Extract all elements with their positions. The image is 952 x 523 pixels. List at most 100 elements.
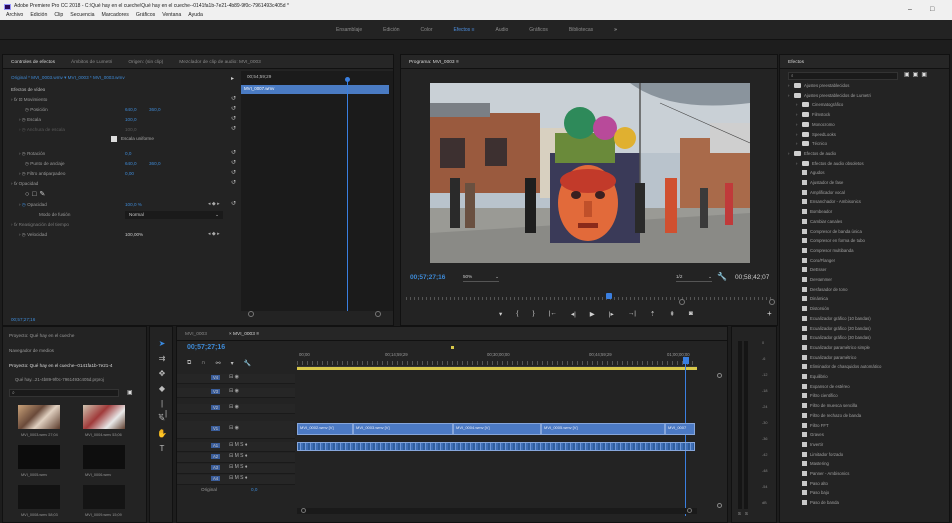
go-to-in-icon[interactable]: |← — [549, 310, 557, 318]
solo-left-button[interactable]: S — [738, 511, 741, 516]
work-area-bar[interactable] — [297, 367, 697, 370]
timeline-ruler[interactable]: 00;00 00;14;59;29 00;30;00;00 00;44;59;2… — [297, 349, 697, 367]
go-to-out-icon[interactable]: →| — [628, 310, 636, 318]
param-rotacion[interactable]: › ◷ Rotación — [19, 151, 45, 160]
effect-item[interactable]: Ecualizador paramétrico simple — [796, 344, 870, 350]
thumb-mvi-0006[interactable] — [83, 445, 125, 469]
effects-folder[interactable]: › Efectos de audio obsoletos — [796, 160, 864, 166]
new-bin-icon[interactable]: ▣ — [127, 389, 133, 396]
effect-item[interactable]: Ecualizador gráfico (10 bandas) — [796, 315, 871, 321]
tab-sequence-2[interactable]: × MVI_0003 ≡ — [229, 332, 259, 340]
mark-in-icon[interactable]: { — [516, 310, 518, 318]
timeline-scrollbar[interactable] — [297, 508, 697, 514]
program-ruler[interactable] — [406, 297, 772, 300]
add-marker-icon[interactable]: ▾ — [231, 360, 234, 367]
tab-efectos[interactable]: Efectos — [788, 60, 804, 68]
effect-item[interactable]: Paso alto — [796, 480, 828, 486]
effect-item[interactable]: Ecualizador gráfico (30 bandas) — [796, 335, 871, 341]
reset-icon[interactable]: ↺ — [231, 125, 236, 132]
thumb-mvi-0003[interactable] — [18, 405, 60, 429]
settings-wrench-icon[interactable]: 🔧 — [244, 360, 251, 367]
anclaje-y-value[interactable]: 360,0 — [149, 161, 161, 166]
razor-icon[interactable]: ◆ — [157, 384, 167, 394]
opacidad-value[interactable]: 100,0 % — [125, 202, 142, 207]
chevron-right-icon[interactable]: › — [796, 102, 799, 107]
chevron-right-icon[interactable]: › — [788, 93, 791, 98]
param-escala[interactable]: › ◷ Escala — [19, 117, 41, 126]
ec-zoom-handle[interactable] — [248, 311, 254, 317]
chevron-right-icon[interactable]: › — [796, 141, 799, 146]
effect-item[interactable]: Graves — [796, 432, 824, 438]
effect-item[interactable]: DeHammer — [796, 277, 832, 282]
track-header-v4[interactable]: V4 ⊟ ◉ — [177, 374, 295, 384]
tab-project-2[interactable]: Proyecto: Qué hay en el cueche--0141fa1b… — [9, 363, 144, 368]
hand-icon[interactable]: ✋ — [157, 429, 167, 439]
effect-item[interactable]: Ecualizador gráfico (20 bandas) — [796, 325, 871, 331]
effects-folder[interactable]: › Monocromo — [796, 121, 835, 127]
clip-mvi-0002[interactable]: MVI_0002.wmv [V] — [297, 423, 353, 435]
add-marker-icon[interactable]: ▾ — [499, 310, 502, 318]
effect-item[interactable]: Filtro de muesca sencilla — [796, 403, 857, 409]
tab-effect-controls[interactable]: Controles de efectos — [11, 60, 55, 68]
track-header-a4[interactable]: A4 ⊟ M S ♦ — [177, 475, 295, 485]
posicion-y-value[interactable]: 360,0 — [149, 107, 161, 112]
type-icon[interactable]: T — [157, 444, 167, 454]
solo-right-button[interactable]: S — [745, 511, 748, 516]
param-punto-anclaje[interactable]: ◷ Punto de anclaje — [25, 161, 65, 170]
effect-item[interactable]: Compresor de banda única — [796, 228, 862, 234]
workspace-bibliotecas[interactable]: Bibliotecas — [569, 27, 593, 33]
zoom-dropdown[interactable]: 50% ⌄ — [463, 274, 499, 282]
escala-value[interactable]: 100,0 — [125, 117, 137, 122]
effect-item[interactable]: Agudos — [796, 170, 825, 176]
effects-folder[interactable]: › Técnico — [796, 141, 827, 147]
extract-icon[interactable]: ⇞ — [669, 310, 674, 318]
tab-lumetri-scopes[interactable]: Ámbitos de Lumetri — [71, 60, 112, 68]
menu-marcadores[interactable]: Marcadores — [102, 12, 129, 18]
menu-edicion[interactable]: Edición — [30, 12, 47, 18]
workspace-ensamblaje[interactable]: Ensamblaje — [336, 27, 362, 33]
workspace-audio[interactable]: Audio — [496, 27, 509, 33]
track-header-v2[interactable]: V2 ⊟ ◉ — [177, 404, 295, 414]
menu-ventana[interactable]: Ventana — [162, 12, 181, 18]
tab-project-1[interactable]: Proyecto: Qué hay en el cueche — [9, 333, 144, 338]
play-icon[interactable]: ▶ — [590, 310, 595, 318]
program-zoom-handle[interactable] — [769, 299, 775, 305]
program-timecode[interactable]: 00;57;27;16 — [410, 274, 445, 281]
track-header-a2[interactable]: A2 ⊟ M S ♦ — [177, 453, 295, 463]
filtro-value[interactable]: 0,00 — [125, 171, 134, 176]
track-select-icon[interactable]: ⇉ — [157, 354, 167, 364]
effect-opacidad[interactable]: › fx Opacidad — [11, 181, 38, 190]
nest-icon[interactable]: ⧉ — [187, 360, 191, 367]
workspace-edicion[interactable]: Edición — [383, 27, 399, 33]
chevron-right-icon[interactable]: › — [788, 83, 791, 88]
thumb-mvi-0004[interactable] — [83, 405, 125, 429]
source-row[interactable]: Original * MVI_0003.wmv ▾ MVI_0003 * MVI… — [11, 75, 236, 81]
menu-secuencia[interactable]: Secuencia — [70, 12, 94, 18]
param-filtro-antiparpadeo[interactable]: › ◷ Filtro antiparpadeo — [19, 171, 65, 180]
effect-item[interactable]: Distorsión — [796, 306, 829, 312]
param-velocidad[interactable]: › ◷ Velocidad — [19, 232, 47, 241]
reset-icon[interactable]: ↺ — [231, 105, 236, 112]
minimize-button[interactable]: – — [908, 6, 912, 13]
chevron-right-icon[interactable]: › — [796, 132, 799, 137]
thumb-mvi-0005[interactable] — [18, 445, 60, 469]
reset-icon[interactable]: ↺ — [231, 149, 236, 156]
ec-clip-bar[interactable]: MVI_0007.wmv — [241, 85, 389, 94]
camera-icon[interactable]: ◙ — [689, 310, 693, 318]
clip-mvi-0004[interactable]: MVI_0004.wmv [V] — [453, 423, 541, 435]
effect-item[interactable]: Desfasador de tono — [796, 286, 848, 292]
chevron-right-icon[interactable]: › — [796, 161, 799, 166]
workspace-color[interactable]: Color — [421, 27, 433, 33]
rotacion-value[interactable]: 0,0 — [125, 151, 131, 156]
effect-item[interactable]: Invertir — [796, 441, 823, 447]
effect-item[interactable]: Bombeador — [796, 209, 832, 215]
maximize-button[interactable]: □ — [930, 6, 934, 13]
thumb-mvi-0008[interactable] — [18, 485, 60, 509]
effect-item[interactable]: Amplificador vocal — [796, 189, 845, 195]
anclaje-x-value[interactable]: 640,0 — [125, 161, 137, 166]
effect-item[interactable]: Cambiar canales — [796, 218, 842, 224]
effects-search-input[interactable]: ⌕ — [788, 72, 898, 80]
effect-item[interactable]: Paso bajo — [796, 490, 829, 496]
menu-clip[interactable]: Clip — [54, 12, 63, 18]
effect-item[interactable]: Dinámica — [796, 296, 828, 302]
